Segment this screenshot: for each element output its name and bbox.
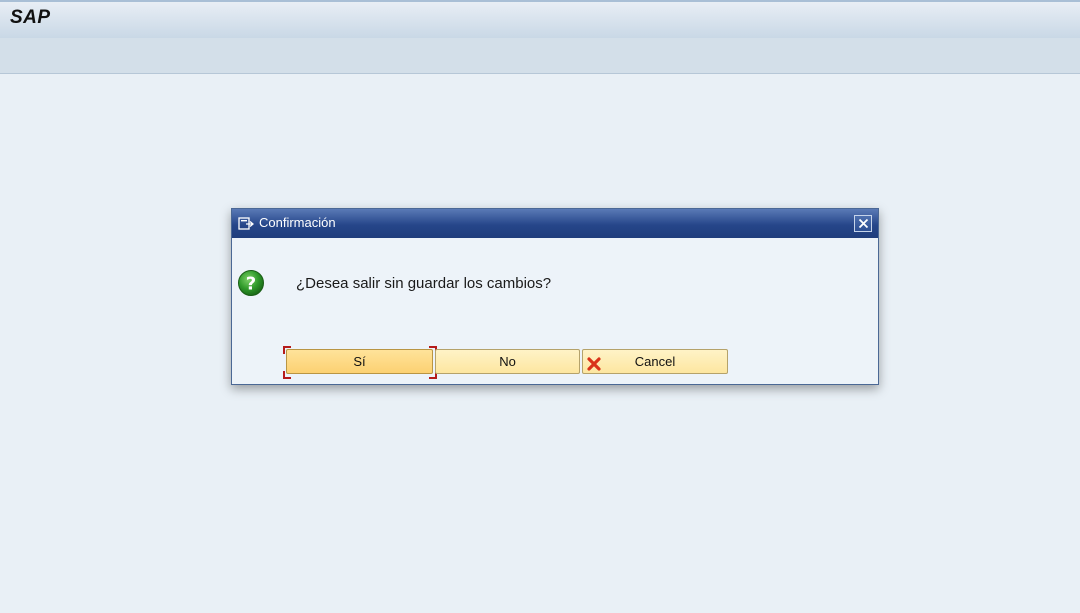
- yes-button[interactable]: Sí: [286, 349, 433, 374]
- dialog-message: ¿Desea salir sin guardar los cambios?: [296, 275, 552, 292]
- dialog-close-button[interactable]: [854, 215, 872, 232]
- dialog-title: Confirmación: [259, 215, 336, 230]
- focus-marker: [283, 346, 291, 354]
- question-icon: ?: [237, 269, 265, 297]
- svg-text:?: ?: [246, 274, 256, 295]
- dialog-title-bar[interactable]: Confirmación: [232, 209, 878, 238]
- cancel-button-label: Cancel: [634, 354, 676, 369]
- cancel-button[interactable]: Cancel: [582, 349, 728, 374]
- dialog-window-icon: [238, 216, 255, 231]
- sap-logo: SAP: [10, 7, 51, 28]
- app-title-bar: SAP: [0, 0, 1080, 38]
- no-button-label: No: [499, 354, 516, 369]
- focus-marker: [283, 371, 291, 379]
- close-icon: [858, 218, 869, 229]
- confirmation-dialog: Confirmación ? ¿Desea salir sin guardar …: [231, 208, 879, 385]
- toolbar: [0, 38, 1080, 74]
- cancel-x-icon: [587, 355, 601, 378]
- no-button[interactable]: No: [435, 349, 580, 374]
- yes-button-label: Sí: [353, 354, 366, 369]
